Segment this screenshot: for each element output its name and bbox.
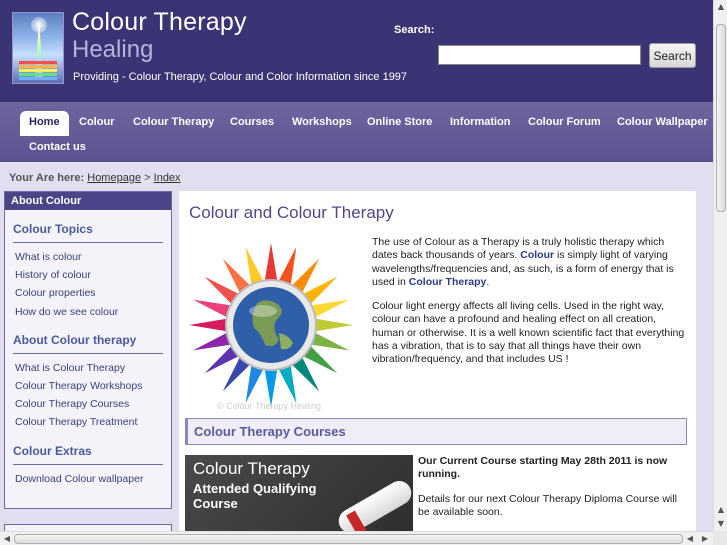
- logo-color-band: [19, 65, 57, 68]
- search-button[interactable]: Search: [649, 43, 696, 68]
- vertical-scrollbar[interactable]: ▲ ▲ ▼: [713, 0, 727, 531]
- sidebar-section-title: Colour Topics: [13, 222, 163, 243]
- search-input[interactable]: [438, 45, 641, 65]
- site-header: Colour Therapy Healing Providing - Colou…: [0, 0, 713, 102]
- sidebar-section-title: Colour Extras: [13, 444, 163, 465]
- scroll-right-arrow-icon[interactable]: ▶: [698, 532, 712, 545]
- banner-subtitle: Attended Qualifying: [193, 481, 317, 496]
- logo-image[interactable]: [12, 12, 64, 84]
- nav-item-courses[interactable]: Courses: [230, 116, 274, 128]
- earth-cloud: [249, 305, 277, 317]
- course-info: Our Current Course starting May 28th 201…: [418, 455, 688, 519]
- sidebar: About Colour Colour Topics What is colou…: [4, 191, 172, 509]
- nav-item-colour-therapy[interactable]: Colour Therapy: [133, 116, 214, 128]
- breadcrumb-link-homepage[interactable]: Homepage: [87, 172, 141, 184]
- course-details: Details for our next Colour Therapy Dipl…: [418, 493, 677, 518]
- nav-item-information[interactable]: Information: [450, 116, 511, 128]
- diploma-scroll-icon: [334, 476, 413, 538]
- scroll-left-arrow-icon[interactable]: ◀: [0, 532, 14, 545]
- intro-paragraph: The use of Colour as a Therapy is a trul…: [372, 236, 690, 289]
- main-navigation: Home Colour Colour Therapy Courses Works…: [0, 102, 713, 162]
- breadcrumb-label: Your Are here:: [9, 172, 85, 184]
- nav-item-home[interactable]: Home: [20, 111, 69, 136]
- intro-text: The use of Colour as a Therapy is a trul…: [372, 236, 690, 378]
- page-title: Colour and Colour Therapy: [189, 203, 394, 222]
- colour-therapy-link[interactable]: Colour Therapy: [409, 276, 487, 288]
- scroll-down-arrow-icon[interactable]: ▼: [714, 517, 727, 531]
- nav-item-colour-wallpaper[interactable]: Colour Wallpaper: [617, 116, 708, 128]
- course-highlight: Our Current Course starting May 28th 201…: [418, 455, 668, 480]
- breadcrumb: Your Are here: Homepage > Index: [9, 172, 181, 184]
- banner-subtitle: Course: [193, 496, 238, 511]
- main-content: Colour and Colour Therapy © Colour Thera…: [179, 191, 696, 545]
- nav-item-workshops[interactable]: Workshops: [292, 116, 352, 128]
- sidebar-link-colour-therapy-courses[interactable]: Colour Therapy Courses: [15, 395, 161, 413]
- nav-item-colour-forum[interactable]: Colour Forum: [528, 116, 601, 128]
- nav-item-colour[interactable]: Colour: [79, 116, 114, 128]
- nav-item-online-store[interactable]: Online Store: [367, 116, 432, 128]
- logo-color-band: [19, 73, 57, 76]
- courses-heading-box: Colour Therapy Courses: [185, 418, 687, 445]
- scroll-left-arrow-icon[interactable]: ◀: [683, 532, 697, 545]
- image-caption: © Colour Therapy Healing: [217, 401, 322, 411]
- courses-heading[interactable]: Colour Therapy Courses: [194, 424, 346, 439]
- sidebar-header: About Colour: [5, 192, 171, 210]
- logo-color-band: [19, 61, 57, 64]
- scrollbar-corner: [713, 531, 727, 545]
- sidebar-link-colour-therapy-workshops[interactable]: Colour Therapy Workshops: [15, 377, 161, 395]
- logo-color-band: [19, 69, 57, 72]
- search-label: Search:: [394, 24, 435, 36]
- scroll-up-arrow-icon[interactable]: ▲: [714, 0, 727, 14]
- glow-graphic: [31, 17, 47, 33]
- site-subtitle[interactable]: Healing: [72, 36, 153, 64]
- nav-item-contact-us[interactable]: Contact us: [29, 141, 86, 153]
- horizontal-scrollbar[interactable]: ◀ ◀ ▶: [0, 531, 713, 545]
- sidebar-link-what-is-colour-therapy[interactable]: What is Colour Therapy: [15, 359, 161, 377]
- sidebar-link-what-is-colour[interactable]: What is colour: [15, 248, 161, 266]
- breadcrumb-link-index[interactable]: Index: [154, 172, 181, 184]
- horizontal-scroll-thumb[interactable]: [14, 534, 683, 544]
- intro-paragraph-2: Colour light energy affects all living c…: [372, 300, 685, 366]
- sidebar-link-colour-properties[interactable]: Colour properties: [15, 284, 161, 302]
- colour-wheel-earth-image: [189, 243, 353, 407]
- logo-color-band: [19, 77, 57, 80]
- sidebar-link-colour-therapy-treatment[interactable]: Colour Therapy Treatment: [15, 413, 161, 431]
- site-title[interactable]: Colour Therapy: [72, 8, 247, 37]
- sidebar-section-title: About Colour therapy: [13, 333, 163, 354]
- intro-text-segment: .: [486, 275, 490, 288]
- sidebar-link-download-wallpaper[interactable]: Download Colour wallpaper: [15, 470, 161, 488]
- banner-title: Colour Therapy: [193, 459, 310, 478]
- vertical-scroll-thumb[interactable]: [716, 24, 726, 212]
- sidebar-link-history-of-colour[interactable]: History of colour: [15, 266, 161, 284]
- site-tagline: Providing - Colour Therapy, Colour and C…: [73, 71, 408, 83]
- sidebar-link-how-we-see-colour[interactable]: How do we see colour: [15, 303, 161, 321]
- colour-link[interactable]: Colour: [520, 249, 554, 261]
- breadcrumb-separator: >: [144, 172, 151, 184]
- scroll-up-arrow-icon[interactable]: ▲: [714, 503, 727, 517]
